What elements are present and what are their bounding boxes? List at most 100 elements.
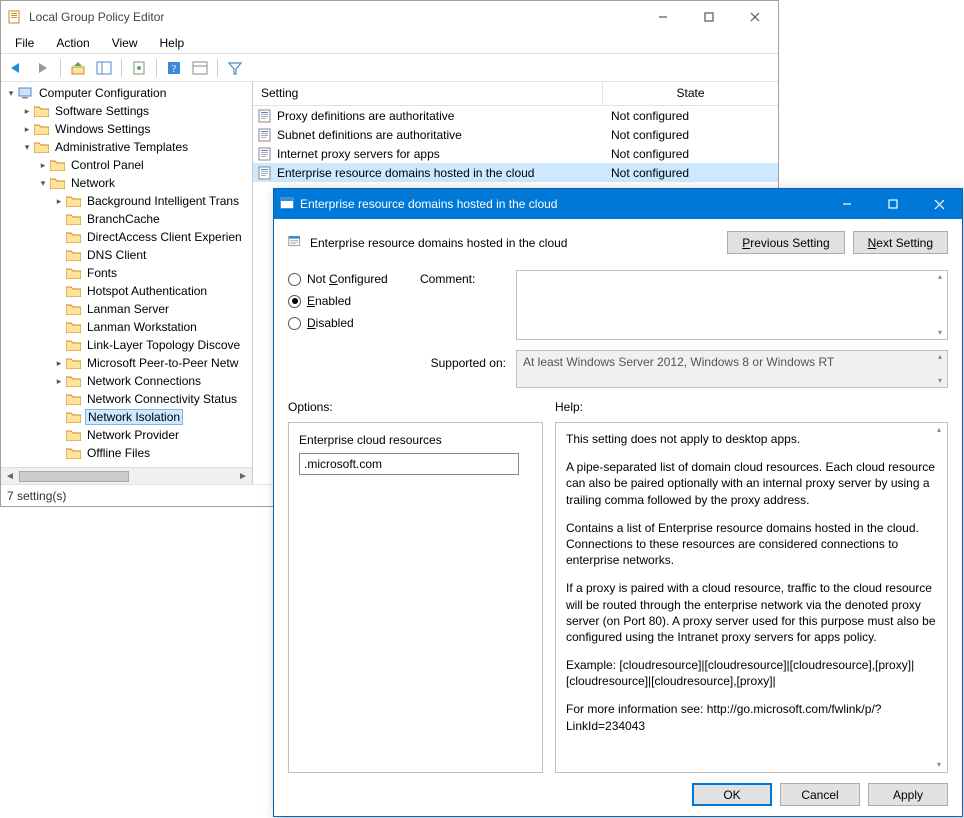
column-setting[interactable]: Setting — [253, 82, 603, 105]
help-scrollbar[interactable]: ▴▾ — [934, 426, 944, 769]
tree-software-settings[interactable]: ▸Software Settings — [1, 102, 252, 120]
gpe-title: Local Group Policy Editor — [29, 10, 640, 24]
list-row[interactable]: Subnet definitions are authoritativeNot … — [253, 125, 778, 144]
setting-icon — [257, 108, 273, 124]
tree-item[interactable]: Network Provider — [1, 426, 252, 444]
tree-pane: ▾ Computer Configuration ▸Software Setti… — [1, 82, 253, 484]
ok-button[interactable]: OK — [692, 783, 772, 806]
comment-scrollbar[interactable]: ▴▾ — [935, 273, 945, 337]
column-state[interactable]: State — [603, 82, 778, 105]
toolbar: ? — [1, 54, 778, 82]
tree-windows-settings[interactable]: ▸Windows Settings — [1, 120, 252, 138]
policy-dialog: Enterprise resource domains hosted in th… — [273, 188, 963, 817]
folder-icon — [65, 428, 81, 442]
computer-icon — [17, 86, 33, 100]
options-pane: Enterprise cloud resources — [288, 422, 543, 773]
help-paragraph: Contains a list of Enterprise resource d… — [566, 520, 937, 569]
tree-root[interactable]: ▾ Computer Configuration — [1, 84, 252, 102]
help-paragraph: If a proxy is paired with a cloud resour… — [566, 580, 937, 645]
tree-item[interactable]: Fonts — [1, 264, 252, 282]
folder-icon — [65, 302, 81, 316]
comment-textarea[interactable]: ▴▾ — [516, 270, 948, 340]
gpe-app-icon — [7, 9, 23, 25]
folder-icon — [65, 248, 81, 262]
help-paragraph: For more information see: http://go.micr… — [566, 701, 937, 733]
tree-item[interactable]: Lanman Server — [1, 300, 252, 318]
previous-setting-button[interactable]: Previous Setting — [727, 231, 844, 254]
up-button[interactable] — [66, 56, 90, 80]
menu-view[interactable]: View — [102, 34, 148, 52]
tree-network[interactable]: ▾Network — [1, 174, 252, 192]
tree-item[interactable]: Network Isolation — [1, 408, 252, 426]
menubar: File Action View Help — [1, 32, 778, 54]
menu-action[interactable]: Action — [46, 34, 99, 52]
folder-icon — [65, 410, 81, 424]
list-row[interactable]: Internet proxy servers for appsNot confi… — [253, 144, 778, 163]
folder-icon — [33, 140, 49, 154]
enterprise-cloud-resources-input[interactable] — [299, 453, 519, 475]
tree-item[interactable]: BranchCache — [1, 210, 252, 228]
folder-icon — [65, 392, 81, 406]
tree-item[interactable]: ▸Network Connections — [1, 372, 252, 390]
tree-item[interactable]: Lanman Workstation — [1, 318, 252, 336]
tree-item[interactable]: ▸Microsoft Peer-to-Peer Netw — [1, 354, 252, 372]
svg-text:?: ? — [172, 64, 177, 75]
tree-item[interactable]: ▸Background Intelligent Trans — [1, 192, 252, 210]
tree-horizontal-scrollbar[interactable]: ◄ ► — [1, 467, 252, 484]
tree-control-panel[interactable]: ▸Control Panel — [1, 156, 252, 174]
options-label: Options: — [288, 400, 543, 414]
folder-icon — [65, 266, 81, 280]
close-button[interactable] — [732, 1, 778, 32]
next-setting-button[interactable]: Next Setting — [853, 231, 948, 254]
dialog-title: Enterprise resource domains hosted in th… — [296, 197, 824, 211]
dialog-minimize-button[interactable] — [824, 189, 870, 219]
radio-disabled[interactable]: Disabled — [288, 316, 408, 330]
radio-not-configured[interactable]: Not Configured — [288, 272, 408, 286]
show-hide-tree-button[interactable] — [92, 56, 116, 80]
forward-button[interactable] — [31, 56, 55, 80]
help-paragraph: Example: [cloudresource]|[cloudresource]… — [566, 657, 937, 689]
maximize-button[interactable] — [686, 1, 732, 32]
tree-item[interactable]: DNS Client — [1, 246, 252, 264]
radio-enabled[interactable]: Enabled — [288, 294, 408, 308]
apply-button[interactable]: Apply — [868, 783, 948, 806]
folder-icon — [65, 194, 81, 208]
folder-icon — [65, 212, 81, 226]
gpe-titlebar: Local Group Policy Editor — [1, 1, 778, 32]
tree-item[interactable]: Hotspot Authentication — [1, 282, 252, 300]
menu-file[interactable]: File — [5, 34, 44, 52]
comment-label: Comment: — [420, 270, 506, 340]
setting-icon — [257, 146, 273, 162]
dialog-close-button[interactable] — [916, 189, 962, 219]
folder-icon — [65, 356, 81, 370]
supported-scrollbar[interactable]: ▴▾ — [935, 353, 945, 385]
tree[interactable]: ▾ Computer Configuration ▸Software Setti… — [1, 82, 252, 467]
policy-icon — [288, 234, 302, 251]
properties-button[interactable] — [127, 56, 151, 80]
folder-icon — [33, 104, 49, 118]
cancel-button[interactable]: Cancel — [780, 783, 860, 806]
filter-button[interactable] — [223, 56, 247, 80]
tree-admin-templates[interactable]: ▾Administrative Templates — [1, 138, 252, 156]
folder-icon — [65, 338, 81, 352]
dialog-titlebar-icon — [280, 196, 296, 213]
tree-item[interactable]: Offline Files — [1, 444, 252, 462]
folder-icon — [49, 176, 65, 190]
setting-icon — [257, 127, 273, 143]
list-header: Setting State — [253, 82, 778, 106]
folder-icon — [33, 122, 49, 136]
folder-icon — [65, 446, 81, 460]
tree-item[interactable]: Link-Layer Topology Discove — [1, 336, 252, 354]
minimize-button[interactable] — [640, 1, 686, 32]
back-button[interactable] — [5, 56, 29, 80]
dialog-maximize-button[interactable] — [870, 189, 916, 219]
help-button[interactable]: ? — [162, 56, 186, 80]
tree-item[interactable]: Network Connectivity Status — [1, 390, 252, 408]
list-row[interactable]: Enterprise resource domains hosted in th… — [253, 163, 778, 182]
help-paragraph: A pipe-separated list of domain cloud re… — [566, 459, 937, 508]
extended-view-button[interactable] — [188, 56, 212, 80]
list-row[interactable]: Proxy definitions are authoritativeNot c… — [253, 106, 778, 125]
menu-help[interactable]: Help — [150, 34, 195, 52]
tree-item[interactable]: DirectAccess Client Experien — [1, 228, 252, 246]
folder-icon — [49, 158, 65, 172]
